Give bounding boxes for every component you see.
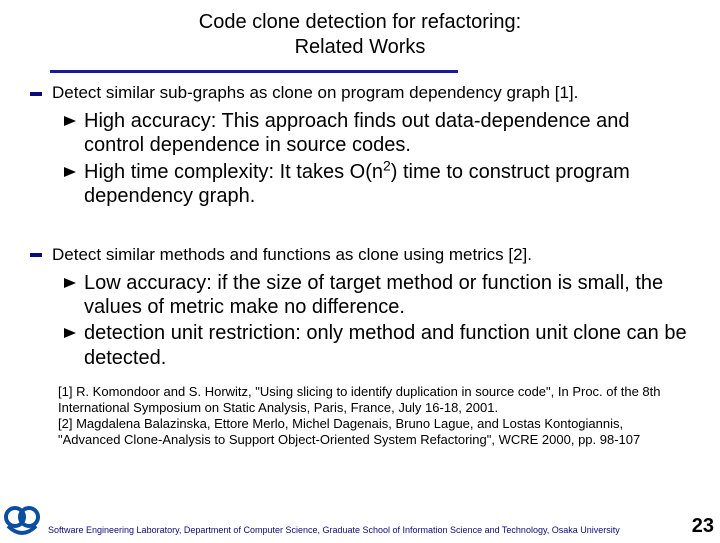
title-line2: Related Works (295, 36, 426, 58)
university-logo-icon (2, 502, 42, 538)
heading-text: Detect similar methods and functions as … (52, 245, 532, 265)
section-heading: Detect similar methods and functions as … (28, 245, 700, 265)
references: [1] R. Komondoor and S. Horwitz, "Using … (58, 384, 680, 447)
reference-item: [2] Magdalena Balazinska, Ettore Merlo, … (58, 416, 680, 448)
dash-bullet-icon (28, 83, 44, 99)
triangle-bullet-icon (64, 321, 76, 338)
slide: Code clone detection for refactoring: Re… (0, 0, 720, 540)
triangle-bullet-icon (64, 271, 76, 288)
list-item: High time complexity: It takes O(n2) tim… (64, 160, 692, 209)
triangle-bullet-icon (64, 109, 76, 126)
heading-text: Detect similar sub-graphs as clone on pr… (52, 83, 578, 103)
list-item: Low accuracy: if the size of target meth… (64, 271, 692, 320)
point-text: High accuracy: This approach finds out d… (84, 109, 692, 158)
spacer (20, 223, 700, 245)
title-line1: Code clone detection for refactoring: (199, 11, 521, 33)
sub-list: Low accuracy: if the size of target meth… (64, 271, 692, 371)
sub-list: High accuracy: This approach finds out d… (64, 109, 692, 209)
point-text: Low accuracy: if the size of target meth… (84, 271, 692, 320)
section-heading: Detect similar sub-graphs as clone on pr… (28, 83, 700, 103)
triangle-bullet-icon (64, 160, 76, 177)
dash-bullet-icon (28, 245, 44, 261)
point-text: High time complexity: It takes O(n2) tim… (84, 160, 692, 209)
point-text: detection unit restriction: only method … (84, 321, 692, 370)
list-item: detection unit restriction: only method … (64, 321, 692, 370)
page-number: 23 (692, 515, 720, 538)
slide-title: Code clone detection for refactoring: Re… (20, 10, 700, 60)
footer-credit: Software Engineering Laboratory, Departm… (42, 525, 692, 538)
divider (50, 70, 458, 73)
footer: Software Engineering Laboratory, Departm… (0, 502, 720, 538)
reference-item: [1] R. Komondoor and S. Horwitz, "Using … (58, 384, 680, 416)
list-item: High accuracy: This approach finds out d… (64, 109, 692, 158)
